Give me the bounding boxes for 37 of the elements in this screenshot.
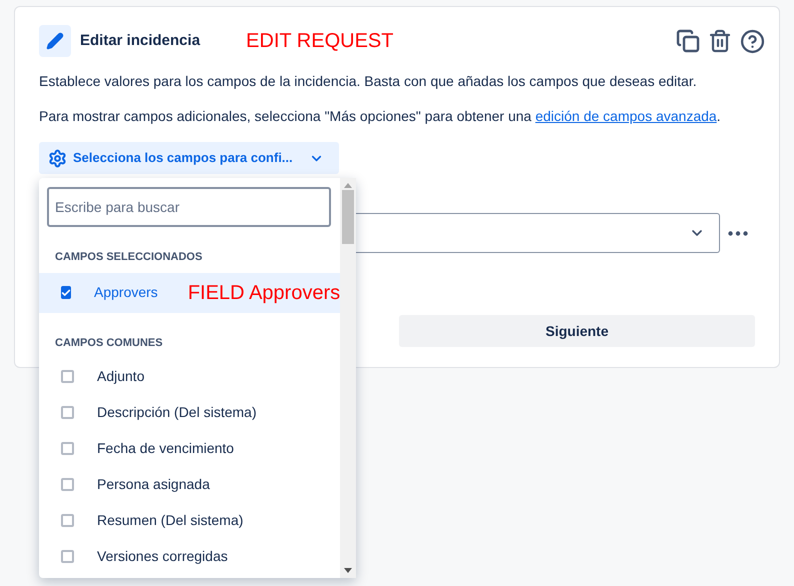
copy-button[interactable]: [675, 28, 701, 54]
field-selector-button[interactable]: Selecciona los campos para confi...: [39, 142, 339, 174]
scroll-up-icon[interactable]: [344, 183, 352, 188]
advanced-edit-link[interactable]: edición de campos avanzada: [535, 108, 717, 124]
pencil-icon: [39, 25, 71, 57]
field-option[interactable]: Approvers FIELD Approvers: [39, 272, 340, 312]
ellipsis-icon: [728, 230, 748, 236]
field-option-label: Resumen (Del sistema): [97, 510, 244, 530]
next-button[interactable]: Siguiente: [399, 315, 755, 347]
annotation-label: FIELD Approvers: [188, 280, 340, 306]
group-heading: CAMPOS COMUNES: [54, 336, 164, 350]
checkbox[interactable]: [61, 442, 74, 454]
hint-text: Para mostrar campos adicionales, selecciona "Más opciones" para obtener una edición de campos avanzada.: [39, 107, 722, 126]
scrollbar[interactable]: [340, 178, 356, 578]
search-field[interactable]: Escribe para buscar: [47, 187, 331, 227]
checkbox[interactable]: [61, 286, 71, 299]
help-button[interactable]: [739, 28, 766, 54]
checkbox[interactable]: [61, 550, 74, 562]
description-text: Establece valores para los campos de la incidencia. Basta con que añadas los campos que deseas editar.: [39, 72, 698, 91]
field-option-label: Descripción (Del sistema): [97, 402, 256, 422]
annotation-label: EDIT REQUEST: [246, 29, 394, 54]
checkbox[interactable]: [61, 406, 74, 418]
field-option-label: Approvers: [94, 283, 158, 302]
field-option-label: Adjunto: [97, 366, 144, 386]
scrollbar-thumb[interactable]: [342, 190, 354, 244]
field-option-label: Fecha de vencimiento: [97, 438, 234, 458]
scroll-down-icon[interactable]: [344, 568, 352, 573]
field-option-label: Persona asignada: [97, 474, 210, 494]
more-options-button[interactable]: [728, 230, 748, 236]
checkbox[interactable]: [61, 370, 74, 382]
delete-button[interactable]: [707, 28, 733, 54]
checkbox[interactable]: [61, 514, 74, 526]
group-heading: CAMPOS SELECCIONADOS: [54, 250, 204, 265]
field-option-label: Versiones corregidas: [97, 546, 228, 566]
checkbox[interactable]: [61, 478, 74, 490]
panel-title: Editar incidencia: [80, 30, 200, 51]
gear-icon: [48, 148, 67, 168]
